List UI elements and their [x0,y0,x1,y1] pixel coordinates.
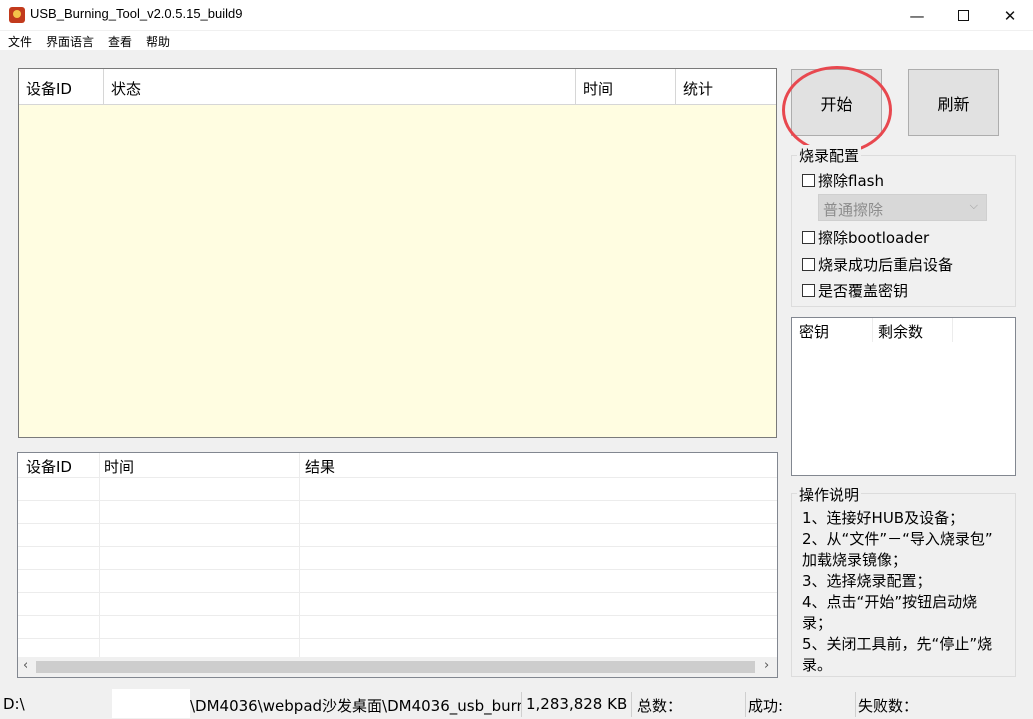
erase-mode-value: 普通擦除 [823,201,884,219]
instruction-line: 录； [802,614,833,632]
column-header-device-id[interactable]: 设备ID [19,69,104,104]
scrollbar-thumb[interactable] [36,661,755,673]
overwrite-key-checkbox[interactable] [802,284,815,297]
instruction-line: 2、从“文件”－“导入烧录包” [802,530,993,548]
column-divider [99,453,100,658]
instructions-text: 1、连接好HUB及设备； 2、从“文件”－“导入烧录包” 加载烧录镜像； 3、选… [802,508,1012,676]
menu-view[interactable]: 查看 [108,33,132,50]
scroll-left-icon[interactable]: ‹ [23,658,28,673]
reboot-after-success-label: 烧录成功后重启设备 [818,256,954,274]
row-divider [18,523,777,524]
erase-flash-option[interactable]: 擦除flash [802,170,884,191]
column-header-key[interactable]: 密钥 [799,321,829,342]
erase-bootloader-label: 擦除bootloader [818,229,930,247]
chevron-down-icon: ⌵ [969,199,978,212]
status-fail: 失败数： [858,697,919,715]
instruction-line: 1、连接好HUB及设备； [802,509,965,527]
status-path: D:\ \DM4036\webpad沙发桌面\DM4036_usb_burn_ [0,692,522,717]
device-table[interactable]: 设备ID 状态 时间 统计 [18,68,777,438]
row-divider [18,500,777,501]
instruction-line: 5、关闭工具前，先“停止”烧 [802,635,993,653]
menu-file[interactable]: 文件 [8,33,32,50]
close-icon: ✕ [1003,6,1017,25]
start-button[interactable]: 开始 [791,69,882,136]
instruction-line: 录。 [802,656,833,674]
status-success: 成功: [746,692,856,717]
row-divider [18,592,777,593]
redacted-path-segment [112,689,190,718]
erase-mode-select[interactable]: 普通擦除 ⌵ [818,194,987,221]
instruction-line: 加载烧录镜像； [802,551,908,569]
overwrite-key-option[interactable]: 是否覆盖密钥 [802,280,908,301]
horizontal-scrollbar[interactable]: ‹ › [18,657,777,677]
window-title: USB_Burning_Tool_v2.0.5.15_build9 [30,6,243,21]
menu-ui-language[interactable]: 界面语言 [46,33,94,50]
column-header-result[interactable]: 结果 [305,456,335,477]
app-icon [9,7,25,23]
reboot-after-success-option[interactable]: 烧录成功后重启设备 [802,254,953,275]
erase-flash-label: 擦除flash [818,172,884,190]
close-button[interactable]: ✕ [987,0,1033,31]
row-divider [18,638,777,639]
maximize-icon [957,10,969,21]
column-header-stats[interactable]: 统计 [676,69,776,104]
result-table[interactable]: 设备ID 时间 结果 ‹ › [17,452,778,678]
row-divider [18,569,777,570]
status-path-prefix: D:\ [3,695,25,713]
menu-bar: 文件 界面语言 查看 帮助 [0,31,1033,50]
erase-bootloader-option[interactable]: 擦除bootloader [802,227,929,248]
column-divider [952,318,953,342]
column-header-time[interactable]: 时间 [576,69,676,104]
status-total: 总数： [632,692,746,717]
column-header-result-device-id[interactable]: 设备ID [26,456,72,477]
reboot-after-success-checkbox[interactable] [802,258,815,271]
row-divider [18,477,777,478]
erase-flash-checkbox[interactable] [802,174,815,187]
minimize-icon: — [909,6,925,25]
burn-config-title: 烧录配置 [797,145,862,166]
title-bar: USB_Burning_Tool_v2.0.5.15_build9 — ✕ [0,0,1033,31]
column-divider [299,453,300,658]
column-header-status[interactable]: 状态 [104,69,576,104]
minimize-button[interactable]: — [894,0,940,31]
scroll-right-icon[interactable]: › [764,658,769,673]
row-divider [18,546,777,547]
device-table-header: 设备ID 状态 时间 统计 [19,69,776,105]
overwrite-key-label: 是否覆盖密钥 [818,282,909,300]
instruction-line: 4、点击“开始”按钮启动烧 [802,593,978,611]
maximize-button[interactable] [940,0,986,31]
column-header-result-time[interactable]: 时间 [104,456,134,477]
erase-bootloader-checkbox[interactable] [802,231,815,244]
key-table[interactable]: 密钥 剩余数 [791,317,1016,476]
refresh-button[interactable]: 刷新 [908,69,999,136]
status-path-suffix: \DM4036\webpad沙发桌面\DM4036_usb_burn_ [190,697,522,715]
instruction-line: 3、选择烧录配置； [802,572,932,590]
status-size: 1,283,828 KB [522,692,632,717]
column-header-remaining[interactable]: 剩余数 [878,321,923,342]
instructions-title: 操作说明 [797,484,862,505]
row-divider [18,615,777,616]
column-divider [872,318,873,342]
menu-help[interactable]: 帮助 [146,33,170,50]
